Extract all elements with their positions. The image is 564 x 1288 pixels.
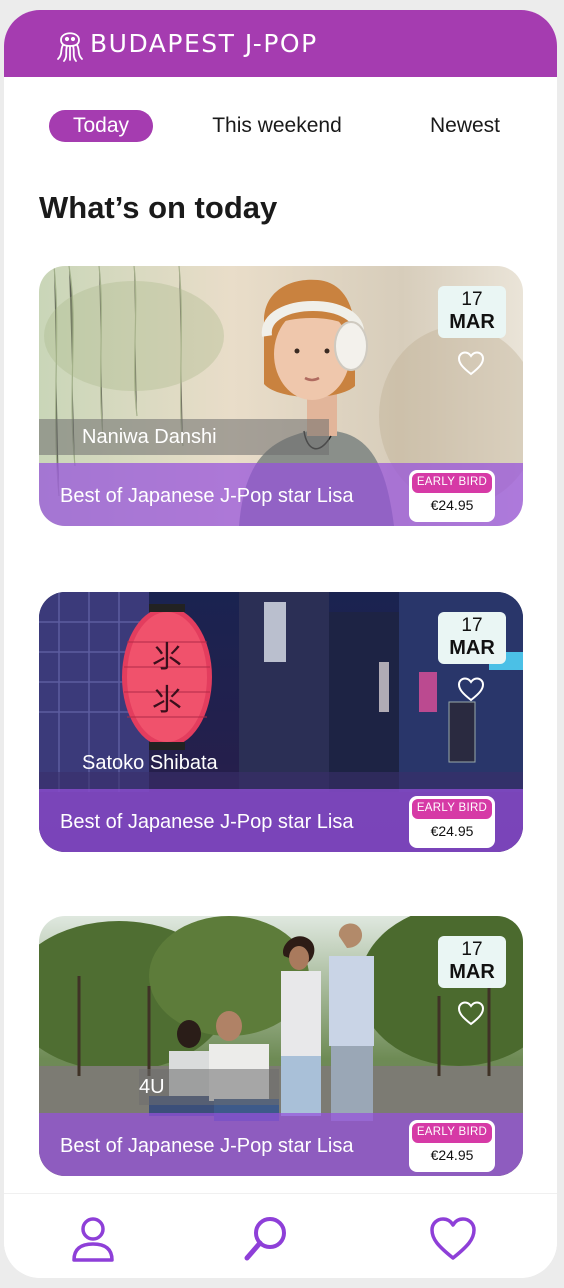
- heart-icon[interactable]: [457, 1000, 485, 1026]
- event-title: Best of Japanese J-Pop star Lisa: [60, 485, 354, 507]
- heart-icon[interactable]: [457, 350, 485, 376]
- search-nav-button[interactable]: [241, 1214, 291, 1264]
- app-screen: BUDAPEST J-POP Today This weekend Newest…: [4, 10, 557, 1278]
- date-month: MAR: [449, 961, 495, 983]
- date-day: 17: [461, 939, 483, 960]
- event-date: 17 MAR: [438, 612, 506, 664]
- artist-name: Satoko Shibata: [82, 752, 218, 774]
- date-day: 17: [461, 615, 483, 636]
- filter-tabs: Today This weekend Newest: [4, 110, 557, 142]
- event-title: Best of Japanese J-Pop star Lisa: [60, 1135, 354, 1157]
- svg-text:⺢: ⺢: [152, 683, 182, 718]
- tab-today[interactable]: Today: [49, 110, 153, 142]
- profile-nav-button[interactable]: [68, 1214, 118, 1264]
- date-day: 17: [461, 289, 483, 310]
- price: €24.95: [430, 1147, 474, 1163]
- event-card[interactable]: 4U Best of Japanese J-Pop star Lisa 17 M…: [39, 916, 523, 1176]
- early-bird-badge: EARLY BIRD: [412, 473, 492, 493]
- search-icon: [244, 1217, 286, 1261]
- section-title: What’s on today: [39, 190, 278, 225]
- price: €24.95: [430, 497, 474, 513]
- tab-newest[interactable]: Newest: [420, 110, 510, 142]
- date-month: MAR: [449, 637, 495, 659]
- event-date: 17 MAR: [438, 936, 506, 988]
- early-bird-badge: EARLY BIRD: [412, 1123, 492, 1143]
- tab-this-weekend[interactable]: This weekend: [202, 110, 352, 142]
- heart-icon: [430, 1217, 476, 1260]
- bottom-nav: [4, 1193, 557, 1278]
- price-box: EARLY BIRD €24.95: [409, 470, 495, 522]
- price-box: EARLY BIRD €24.95: [409, 796, 495, 848]
- octopus-logo-icon: [57, 31, 83, 62]
- user-icon: [72, 1217, 114, 1262]
- svg-text:⺢: ⺢: [152, 640, 182, 675]
- price: €24.95: [430, 823, 474, 839]
- artist-name: Naniwa Danshi: [82, 426, 217, 448]
- event-card[interactable]: Naniwa Danshi Best of Japanese J-Pop sta…: [39, 266, 523, 526]
- event-date: 17 MAR: [438, 286, 506, 338]
- event-title: Best of Japanese J-Pop star Lisa: [60, 811, 354, 833]
- early-bird-badge: EARLY BIRD: [412, 799, 492, 819]
- heart-icon[interactable]: [457, 676, 485, 702]
- date-month: MAR: [449, 311, 495, 333]
- favorites-nav-button[interactable]: [428, 1214, 478, 1264]
- event-card[interactable]: ⺢ ⺢ Satoko Shibata Best of Japanese J-Po…: [39, 592, 523, 852]
- price-box: EARLY BIRD €24.95: [409, 1120, 495, 1172]
- app-header: BUDAPEST J-POP: [4, 10, 557, 77]
- app-title: BUDAPEST J-POP: [90, 29, 318, 58]
- artist-name: 4U: [139, 1076, 165, 1098]
